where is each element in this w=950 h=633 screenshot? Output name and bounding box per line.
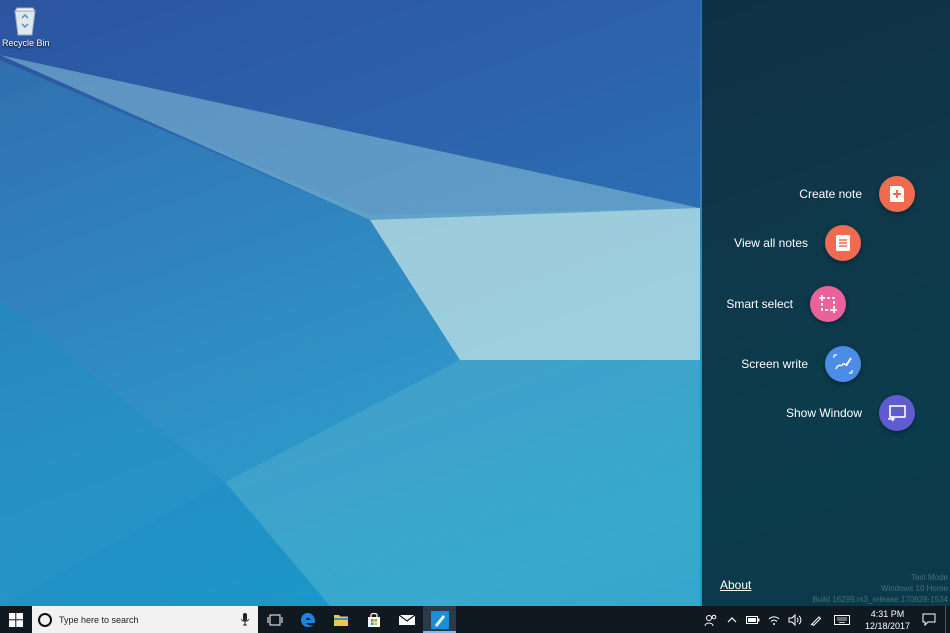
system-clock[interactable]: 4:31 PM 12/18/2017 <box>865 608 910 632</box>
mail-icon <box>398 614 415 625</box>
air-command-panel: Create note View all notes Smart select <box>702 0 950 606</box>
create-note-label: Create note <box>799 187 862 201</box>
show-hidden-icons-button[interactable] <box>722 606 743 633</box>
recycle-bin[interactable]: Recycle Bin <box>2 4 50 48</box>
action-center-button[interactable] <box>918 606 939 633</box>
start-button[interactable] <box>0 606 32 633</box>
chevron-up-icon <box>728 616 737 622</box>
clock-date: 12/18/2017 <box>864 620 910 631</box>
people-button[interactable] <box>701 606 722 633</box>
keyboard-icon <box>833 614 850 625</box>
watermark-line: Build 16299.rs3_release.170928-1534 <box>812 595 948 604</box>
network-button[interactable] <box>764 606 785 633</box>
taskbar: Type here to search 4:31 PM 12/18/2017 <box>0 606 950 633</box>
volume-button[interactable] <box>785 606 806 633</box>
pen-app-icon <box>430 610 449 629</box>
notes-list-icon <box>825 225 861 261</box>
task-view-button[interactable] <box>258 606 291 633</box>
edge-icon <box>300 612 315 627</box>
taskbar-app-store[interactable] <box>357 606 390 633</box>
store-icon <box>367 612 380 627</box>
about-link[interactable]: About <box>720 578 751 592</box>
speaker-icon <box>788 613 802 626</box>
search-placeholder: Type here to search <box>59 614 139 625</box>
screen-write-label: Screen write <box>741 357 808 371</box>
taskbar-app-mail[interactable] <box>390 606 423 633</box>
show-window-icon <box>879 395 915 431</box>
windows-logo-icon <box>9 612 23 627</box>
watermark-line: Test Mode <box>911 573 948 582</box>
microphone-icon[interactable] <box>241 613 249 626</box>
smart-select-button[interactable]: Smart select <box>726 286 846 322</box>
taskbar-app-edge[interactable] <box>291 606 324 633</box>
pen-icon <box>811 615 822 626</box>
task-view-icon <box>267 614 282 625</box>
recycle-bin-label: Recycle Bin <box>2 38 50 48</box>
system-tray: 4:31 PM 12/18/2017 <box>701 606 950 633</box>
create-note-button[interactable]: Create note <box>799 176 915 212</box>
show-window-label: Show Window <box>785 406 862 420</box>
folder-icon <box>333 614 348 626</box>
pen-workspace-button[interactable] <box>806 606 827 633</box>
show-window-button[interactable]: Show Window <box>786 395 915 431</box>
create-note-icon <box>879 176 915 212</box>
search-box[interactable]: Type here to search <box>32 606 258 633</box>
clock-time: 4:31 PM <box>870 608 905 619</box>
view-all-notes-button[interactable]: View all notes <box>734 225 861 261</box>
taskbar-app-file-explorer[interactable] <box>324 606 357 633</box>
smart-select-label: Smart select <box>726 297 793 311</box>
watermark-line: Windows 10 Home <box>880 584 948 593</box>
notification-icon <box>922 613 935 626</box>
battery-button[interactable] <box>743 606 764 633</box>
screen-write-button[interactable]: Screen write <box>741 346 861 382</box>
test-mode-watermark: Test Mode Windows 10 Home Build 16299.rs… <box>812 572 948 605</box>
show-desktop-button[interactable] <box>945 606 950 633</box>
recycle-bin-icon <box>10 4 40 36</box>
view-all-notes-label: View all notes <box>734 236 808 250</box>
people-icon <box>704 614 717 626</box>
wifi-icon <box>769 615 780 625</box>
screen-write-icon <box>825 346 861 382</box>
smart-select-icon <box>810 286 846 322</box>
taskbar-app-samsung-notes[interactable] <box>423 606 456 633</box>
cortana-icon <box>38 612 52 627</box>
touch-keyboard-button[interactable] <box>827 606 857 633</box>
battery-icon <box>746 615 760 624</box>
